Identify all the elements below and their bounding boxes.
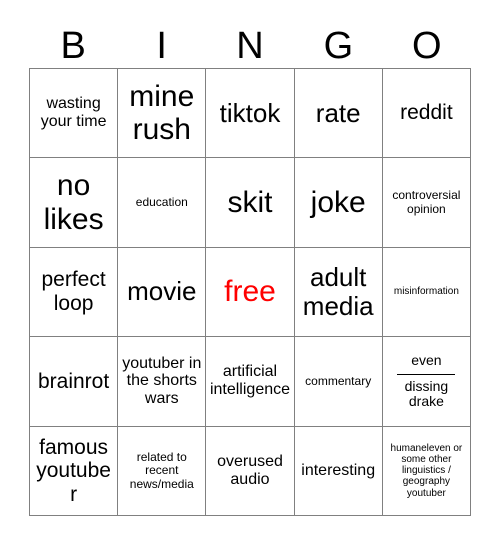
bingo-cell-label: related to recent news/media — [129, 449, 194, 491]
bingo-cell-label: education — [135, 194, 188, 209]
bingo-cell-label: artificial intelligence — [209, 363, 291, 399]
bingo-cell-label: perfect loop — [41, 268, 106, 315]
bingo-cell-n1[interactable]: tiktok — [206, 69, 295, 159]
bingo-cell-label: rate — [315, 97, 361, 128]
bingo-cell-g4[interactable]: commentary — [294, 337, 383, 427]
bingo-cell-fraction-denominator: dissing drake — [404, 377, 449, 410]
bingo-cell-o3[interactable]: misinformation — [382, 247, 471, 338]
bingo-cell-b2[interactable]: no likes — [30, 158, 119, 248]
bingo-cell-o4[interactable]: even dissing drake — [382, 337, 471, 427]
bingo-cell-n2[interactable]: skit — [206, 158, 295, 248]
bingo-cell-label: tiktok — [219, 97, 281, 128]
bingo-cell-g3[interactable]: adult media — [294, 247, 383, 338]
bingo-cell-label: brainrot — [37, 369, 110, 393]
bingo-cell-label: controversial opinion — [392, 188, 461, 216]
bingo-cell-g2[interactable]: joke — [294, 158, 383, 248]
bingo-cell-b4[interactable]: brainrot — [30, 337, 119, 427]
bingo-cell-label: interesting — [301, 461, 376, 479]
bingo-grid: wasting your time mine rush tiktok rate redd… — [29, 68, 471, 516]
bingo-cell-label: joke — [310, 185, 366, 219]
bingo-cell-b1[interactable]: wasting your time — [30, 69, 119, 159]
bingo-cell-label: wasting your time — [40, 95, 107, 131]
bingo-cell-label: youtuber in the shorts wars — [122, 354, 202, 408]
bingo-header-letter-i: I — [156, 25, 167, 67]
bingo-cell-label: skit — [227, 185, 273, 219]
bingo-card: B I N G O wasting your time mine rush tiktok ra… — [0, 0, 500, 544]
bingo-header: BINGO — [29, 16, 471, 68]
bingo-cell-label: adult media — [302, 261, 374, 321]
bingo-header-letter-b: B — [60, 25, 86, 67]
bingo-cell-label: commentary — [305, 373, 372, 388]
bingo-cell-label: overused audio — [217, 452, 283, 488]
bingo-cell-g5[interactable]: interesting — [294, 426, 383, 516]
bingo-cell-label: humaneleven or some other linguistics / … — [390, 442, 463, 499]
bingo-header-letter-n: N — [236, 25, 264, 67]
bingo-free-space-label: free — [224, 275, 276, 309]
bingo-cell-n4[interactable]: artificial intelligence — [206, 337, 295, 427]
bingo-cell-label: no likes — [43, 169, 104, 236]
bingo-cell-label: movie — [127, 276, 197, 307]
bingo-cell-i4[interactable]: youtuber in the shorts wars — [118, 337, 207, 427]
bingo-cell-i3[interactable]: movie — [118, 247, 207, 338]
bingo-cell-b3[interactable]: perfect loop — [30, 247, 119, 338]
bingo-cell-i2[interactable]: education — [118, 158, 207, 248]
bingo-cell-g1[interactable]: rate — [294, 69, 383, 159]
bingo-cell-i1[interactable]: mine rush — [118, 69, 207, 159]
bingo-cell-o2[interactable]: controversial opinion — [382, 158, 471, 248]
bingo-cell-o1[interactable]: reddit — [382, 69, 471, 159]
bingo-cell-label: famous youtuber — [36, 435, 111, 506]
bingo-cell-n3[interactable]: free — [206, 247, 295, 338]
bingo-cell-label: mine rush — [129, 79, 195, 147]
bingo-cell-b5[interactable]: famous youtuber — [30, 426, 119, 516]
bingo-cell-n5[interactable]: overused audio — [206, 426, 295, 516]
bingo-cell-fraction-numerator: even — [411, 351, 442, 368]
bingo-cell-o5[interactable]: humaneleven or some other linguistics / … — [382, 426, 471, 516]
bingo-cell-fraction: even dissing drake — [386, 351, 467, 410]
bingo-cell-i5[interactable]: related to recent news/media — [118, 426, 207, 516]
bingo-cell-fraction-rule — [397, 373, 456, 375]
bingo-header-letter-o: O — [412, 25, 442, 67]
bingo-cell-label: misinformation — [393, 286, 459, 298]
bingo-cell-label: reddit — [400, 101, 453, 125]
bingo-header-letter-g: G — [323, 25, 354, 67]
